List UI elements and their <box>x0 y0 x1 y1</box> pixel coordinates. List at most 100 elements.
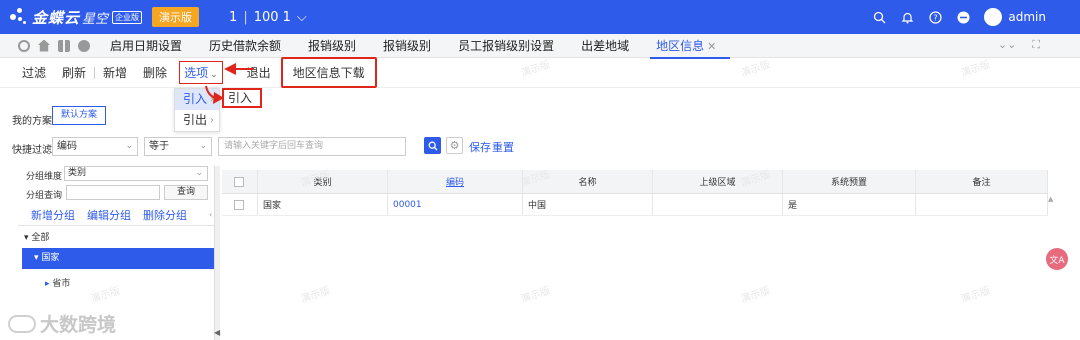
region-grid: 类别 编码 名称 上级区域 系统预置 备注 国家 00001 中国 是 <box>222 170 1048 216</box>
caret-down-icon[interactable]: ▾ <box>24 233 29 243</box>
delete-group-button[interactable]: 删除分组 <box>143 207 187 223</box>
group-query-label: 分组查询 <box>26 191 63 201</box>
grid-icon[interactable] <box>58 39 70 52</box>
col-remark[interactable]: 备注 <box>916 170 1048 193</box>
chevron-down-icon: ⌄ <box>210 70 218 80</box>
brand-sub: 星空 <box>82 11 109 27</box>
tab-region-info[interactable]: 地区信息 ✕ <box>650 37 731 59</box>
tab-reimbursement-level-2[interactable]: 报销级别 <box>383 37 431 54</box>
top-header: 金蝶云 星空 企业版 演示版 1 | 100 1 ⌵ ? admin <box>0 0 1080 34</box>
tree-node-country[interactable]: ▾ 国家 <box>22 248 214 269</box>
user-name[interactable]: admin <box>1008 10 1046 24</box>
menu-item-import-label: 引入 <box>183 92 208 106</box>
save-scheme-link[interactable]: 保存 <box>469 139 491 155</box>
avatar[interactable] <box>984 8 1003 26</box>
filter-settings-button[interactable]: ⚙ <box>446 137 463 154</box>
region-download-button[interactable]: 地区信息下载 <box>280 57 377 88</box>
chevron-down-icon: ⌵ <box>296 9 307 25</box>
group-dimension-select[interactable]: 类别 ⌄ <box>64 166 208 181</box>
splitter-handle-icon[interactable]: ‹ <box>209 210 212 219</box>
col-name[interactable]: 名称 <box>523 170 653 193</box>
watermark: 演示版 <box>519 285 552 306</box>
exit-button[interactable]: 退出 <box>239 64 279 81</box>
tab-employee-reimbursement-level[interactable]: 员工报销级别设置 <box>458 37 554 54</box>
header-actions: ? admin <box>872 0 1046 34</box>
translate-button[interactable]: 文A <box>1046 248 1068 270</box>
watermark: 演示版 <box>89 285 122 306</box>
row-checkbox[interactable] <box>234 199 244 210</box>
collapse-panel-icon[interactable]: ◀ <box>214 328 220 337</box>
col-code[interactable]: 编码 <box>388 170 523 193</box>
home-icon[interactable] <box>38 39 50 52</box>
new-button[interactable]: 新增 <box>95 64 135 81</box>
search-button[interactable] <box>424 137 441 154</box>
bell-icon[interactable] <box>900 10 914 24</box>
collapse-tabs-icon[interactable]: ⌄⌄ <box>998 38 1016 52</box>
demo-badge: 演示版 <box>152 7 200 27</box>
cell-code[interactable]: 00001 <box>388 194 523 215</box>
tree-node-province-label: 省市 <box>52 279 71 289</box>
col-system-preset[interactable]: 系统预置 <box>783 170 916 193</box>
overlay-brand-text: 大数跨境 <box>40 314 117 336</box>
group-dimension-value: 类别 <box>68 168 87 178</box>
tab-region-info-label: 地区信息 <box>656 39 705 53</box>
close-icon[interactable]: ✕ <box>707 40 716 53</box>
caret-right-icon[interactable]: ▸ <box>45 279 50 289</box>
refresh-button[interactable]: 刷新 <box>54 64 94 81</box>
chevron-down-icon: ⌄ <box>195 168 203 178</box>
group-query-input[interactable] <box>66 185 160 200</box>
delete-button[interactable]: 删除 <box>135 64 175 81</box>
help-icon[interactable]: ? <box>928 10 942 24</box>
col-category[interactable]: 类别 <box>258 170 388 193</box>
menu-item-export[interactable]: 引出 › <box>175 110 219 131</box>
tab-bar-right: ⌄⌄ ⛶ <box>998 38 1040 52</box>
panel-splitter[interactable] <box>214 166 220 340</box>
submenu-import[interactable]: 引入 <box>222 88 262 108</box>
tab-reimbursement-level[interactable]: 报销级别 <box>308 37 356 54</box>
search-icon[interactable] <box>872 10 886 24</box>
org-switcher[interactable]: 1 | 100 1 ⌵ <box>229 10 307 25</box>
fullscreen-icon[interactable]: ⛶ <box>1032 38 1040 52</box>
col-parent-region[interactable]: 上级区域 <box>653 170 783 193</box>
tree-node-province[interactable]: ▸ 省市 <box>45 276 70 289</box>
add-group-button[interactable]: 新增分组 <box>31 207 75 223</box>
keyword-search-input[interactable]: 请输入关键字后回车查询 <box>218 137 406 156</box>
default-scheme-button[interactable]: 默认方案 <box>52 106 107 125</box>
select-all-checkbox[interactable] <box>234 176 244 187</box>
select-all-cell <box>222 170 258 193</box>
group-query-button[interactable]: 查询 <box>164 185 208 200</box>
minus-circle-icon[interactable] <box>956 10 970 24</box>
tab-historical-loan-balance[interactable]: 历史借款余额 <box>209 37 281 54</box>
filter-field-select[interactable]: 编码 ⌄ <box>52 137 138 156</box>
menu-item-import[interactable]: 引入 › <box>175 89 219 110</box>
gear-icon: ⚙ <box>449 139 460 152</box>
tab-bar-icons <box>18 39 90 52</box>
caret-down-icon[interactable]: ▾ <box>34 253 39 263</box>
tab-business-trip-region[interactable]: 出差地域 <box>581 37 629 54</box>
chevron-down-icon: ⌄ <box>199 141 207 151</box>
table-row[interactable]: 国家 00001 中国 是 <box>222 194 1048 216</box>
reset-link[interactable]: 重置 <box>492 139 514 155</box>
edit-group-button[interactable]: 编辑分组 <box>87 207 131 223</box>
filter-operator-value: 等于 <box>149 141 169 152</box>
app-center-icon[interactable] <box>18 39 30 52</box>
quick-filter-label: 快捷过滤 <box>12 145 52 156</box>
watermark: 演示版 <box>299 285 332 306</box>
filter-operator-select[interactable]: 等于 ⌄ <box>144 137 212 156</box>
svg-text:?: ? <box>933 13 937 22</box>
filter-button[interactable]: 过滤 <box>14 64 54 81</box>
watermark: 演示版 <box>959 285 992 306</box>
options-label: 选项 <box>184 66 209 80</box>
brand-name: 金蝶云 <box>32 8 81 27</box>
cell-category: 国家 <box>258 194 388 215</box>
tree-node-all[interactable]: ▾ 全部 <box>24 230 49 243</box>
scroll-up-icon[interactable]: ▲ <box>1048 195 1053 203</box>
app-logo[interactable]: 金蝶云 星空 企业版 <box>10 7 143 28</box>
org-separator: | <box>243 9 248 25</box>
tab-start-date-settings[interactable]: 启用日期设置 <box>110 37 182 54</box>
options-button[interactable]: 选项 ⌄ <box>179 61 223 84</box>
org-code: 1 <box>229 9 238 25</box>
message-icon[interactable] <box>78 39 90 52</box>
tree-node-country-label: 国家 <box>41 253 60 263</box>
chevron-right-icon: › <box>210 94 214 105</box>
